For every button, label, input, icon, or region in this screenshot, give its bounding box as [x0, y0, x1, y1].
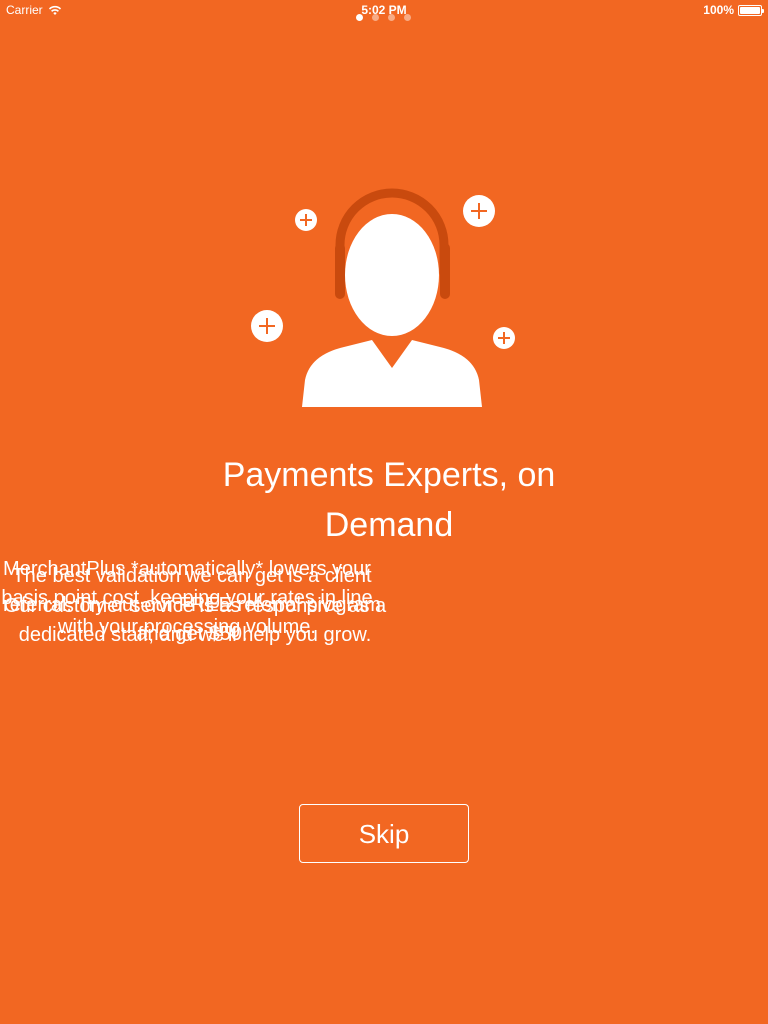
battery-icon — [738, 4, 764, 16]
page-dot-1[interactable] — [356, 14, 363, 21]
status-right: 100% — [703, 0, 764, 20]
page-dot-4[interactable] — [404, 14, 411, 21]
page-indicator[interactable] — [356, 14, 420, 21]
plus-badge-icon — [251, 310, 283, 342]
plus-badge-icon — [295, 209, 317, 231]
plus-badge-icon — [463, 195, 495, 227]
page-dot-2[interactable] — [372, 14, 379, 21]
page-title: Payments Experts, on Demand — [222, 456, 556, 544]
battery-percentage: 100% — [703, 3, 734, 17]
page-dot-3[interactable] — [388, 14, 395, 21]
skip-button[interactable]: Skip — [299, 804, 469, 863]
headset-support-agent-icon — [251, 188, 515, 407]
description-text: Our customer service is as responsive as… — [3, 595, 387, 646]
plus-badge-icon — [493, 327, 515, 349]
